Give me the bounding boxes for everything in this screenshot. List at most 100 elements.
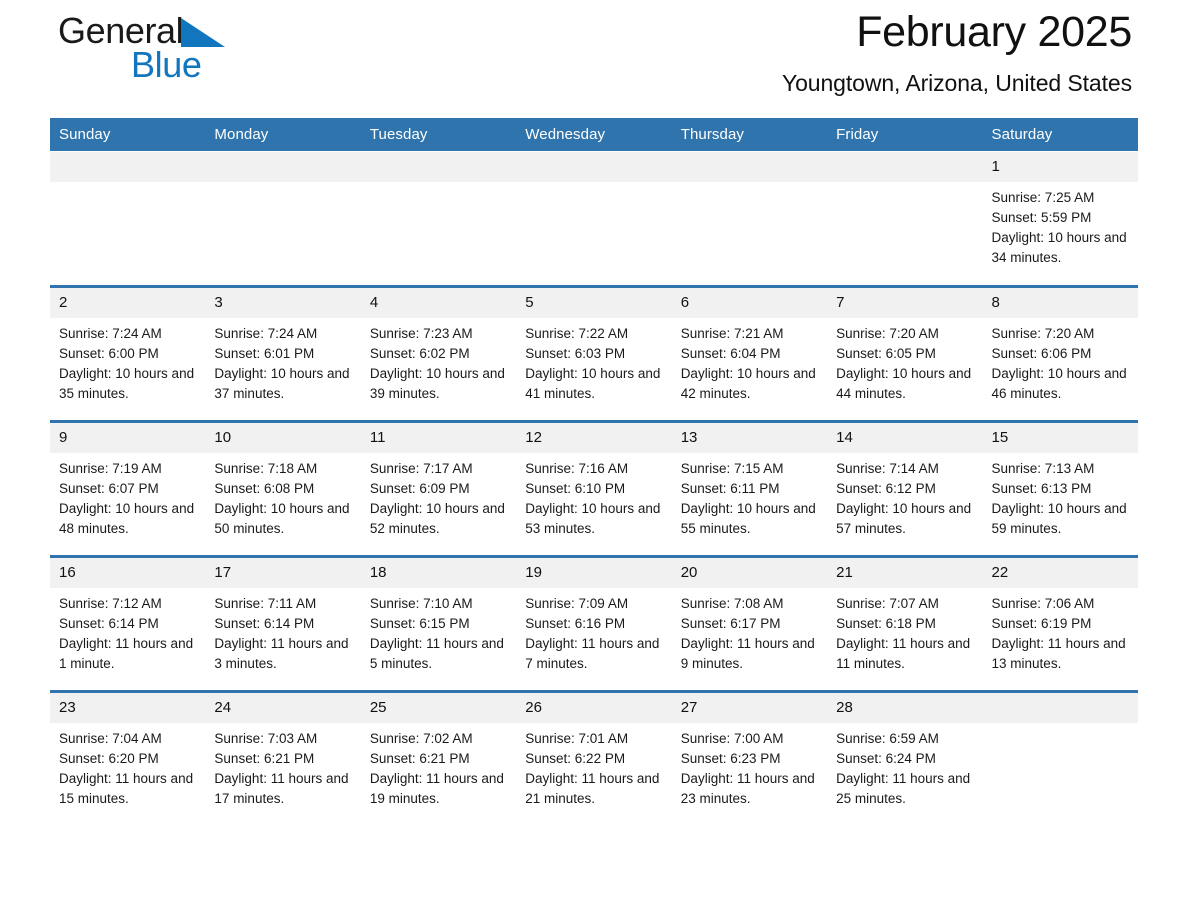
sunset-text: Sunset: 6:20 PM	[59, 751, 159, 766]
calendar-day-cell[interactable]: 12 Sunrise: 7:16 AM Sunset: 6:10 PM Dayligh…	[516, 420, 672, 557]
daylight-text: Daylight: 11 hours and 11 minutes.	[836, 636, 971, 671]
day-details: Sunrise: 6:59 AM Sunset: 6:24 PM Daylight:…	[827, 723, 982, 809]
calendar-day-cell[interactable]: 4 Sunrise: 7:23 AM Sunset: 6:02 PM Daylight…	[360, 285, 517, 422]
sunset-text: Sunset: 6:15 PM	[369, 616, 470, 631]
calendar-day-cell[interactable]: 27 Sunrise: 7:00 AM Sunset: 6:23 PM Dayligh…	[671, 690, 828, 827]
calendar-day-cell[interactable]: 6 Sunrise: 7:21 AM Sunset: 6:04 PM Daylight…	[671, 285, 828, 422]
calendar-day-cell[interactable]: 16 Sunrise: 7:12 AM Sunset: 6:14 PM Dayligh…	[50, 555, 206, 692]
sunset-text: Sunset: 6:22 PM	[525, 751, 626, 766]
calendar-body: 1 Sunrise: 7:25 AM Sunset: 5:59 PM Daylight…	[50, 151, 1138, 827]
calendar-day-cell-empty	[360, 151, 517, 287]
calendar-day-cell[interactable]: 14 Sunrise: 7:14 AM Sunset: 6:12 PM Dayligh…	[827, 420, 983, 557]
day-number: 7	[827, 288, 983, 318]
daylight-text: Daylight: 11 hours and 19 minutes.	[369, 771, 504, 806]
day-number: 4	[360, 288, 517, 318]
sunrise-text: Sunrise: 7:10 AM	[369, 596, 473, 611]
calendar-day-cell[interactable]: 20 Sunrise: 7:08 AM Sunset: 6:17 PM Dayligh…	[671, 555, 828, 692]
sunset-text: Sunset: 6:07 PM	[59, 481, 159, 496]
day-number: 17	[205, 558, 361, 588]
calendar-day-cell[interactable]: 9 Sunrise: 7:19 AM Sunset: 6:07 PM Daylight…	[50, 420, 206, 557]
calendar-day-cell[interactable]: 13 Sunrise: 7:15 AM Sunset: 6:11 PM Dayligh…	[671, 420, 828, 557]
sunrise-text: Sunrise: 7:24 AM	[59, 326, 162, 341]
logo-text-blue: Blue	[131, 44, 202, 85]
sunset-text: Sunset: 6:23 PM	[680, 751, 781, 766]
day-details: Sunrise: 7:22 AM Sunset: 6:03 PM Daylight:…	[516, 318, 671, 404]
sunrise-text: Sunrise: 7:03 AM	[214, 731, 318, 746]
day-details: Sunrise: 7:09 AM Sunset: 6:16 PM Daylight:…	[516, 588, 671, 674]
sunrise-text: Sunrise: 7:12 AM	[59, 596, 162, 611]
day-number: 2	[50, 288, 206, 318]
sunset-text: Sunset: 6:03 PM	[525, 346, 626, 361]
day-number: 18	[360, 558, 517, 588]
calendar-day-cell-empty	[516, 151, 672, 287]
daylight-text: Daylight: 10 hours and 34 minutes.	[991, 230, 1127, 265]
calendar-day-cell[interactable]: 15 Sunrise: 7:13 AM Sunset: 6:13 PM Dayligh…	[982, 420, 1138, 557]
day-number: 3	[205, 288, 361, 318]
sunset-text: Sunset: 6:21 PM	[369, 751, 470, 766]
calendar-day-cell[interactable]: 24 Sunrise: 7:03 AM Sunset: 6:21 PM Dayligh…	[205, 690, 361, 827]
calendar-day-cell[interactable]: 7 Sunrise: 7:20 AM Sunset: 6:05 PM Daylight…	[827, 285, 983, 422]
calendar-day-cell[interactable]: 2 Sunrise: 7:24 AM Sunset: 6:00 PM Daylight…	[50, 285, 206, 422]
sunset-text: Sunset: 6:00 PM	[59, 346, 159, 361]
sunset-text: Sunset: 6:14 PM	[214, 616, 315, 631]
day-details: Sunrise: 7:15 AM Sunset: 6:11 PM Daylight:…	[672, 453, 827, 539]
day-number	[360, 152, 517, 182]
sunrise-text: Sunrise: 7:16 AM	[525, 461, 629, 476]
day-details: Sunrise: 7:03 AM Sunset: 6:21 PM Daylight:…	[205, 723, 360, 809]
calendar-day-cell[interactable]: 3 Sunrise: 7:24 AM Sunset: 6:01 PM Daylight…	[205, 285, 361, 422]
calendar-day-cell-empty	[827, 151, 983, 287]
calendar-day-cell[interactable]: 28 Sunrise: 6:59 AM Sunset: 6:24 PM Dayligh…	[827, 690, 983, 827]
sunrise-text: Sunrise: 7:17 AM	[369, 461, 473, 476]
sunset-text: Sunset: 6:21 PM	[214, 751, 315, 766]
calendar-day-cell[interactable]: 5 Sunrise: 7:22 AM Sunset: 6:03 PM Daylight…	[516, 285, 672, 422]
calendar-day-cell-empty	[982, 690, 1138, 827]
calendar-day-cell[interactable]: 1 Sunrise: 7:25 AM Sunset: 5:59 PM Daylight…	[982, 151, 1138, 287]
sunrise-text: Sunrise: 7:02 AM	[369, 731, 473, 746]
day-number: 22	[982, 558, 1138, 588]
sunrise-text: Sunrise: 7:14 AM	[836, 461, 939, 476]
sunset-text: Sunset: 6:02 PM	[369, 346, 470, 361]
calendar-day-cell[interactable]: 18 Sunrise: 7:10 AM Sunset: 6:15 PM Dayligh…	[360, 555, 517, 692]
daylight-text: Daylight: 10 hours and 55 minutes.	[680, 501, 816, 536]
daylight-text: Daylight: 10 hours and 37 minutes.	[214, 366, 350, 401]
calendar-day-cell[interactable]: 19 Sunrise: 7:09 AM Sunset: 6:16 PM Dayligh…	[516, 555, 672, 692]
calendar-day-cell[interactable]: 26 Sunrise: 7:01 AM Sunset: 6:22 PM Dayligh…	[516, 690, 672, 827]
day-number	[50, 152, 206, 182]
daylight-text: Daylight: 11 hours and 23 minutes.	[680, 771, 815, 806]
daylight-text: Daylight: 11 hours and 21 minutes.	[525, 771, 660, 806]
calendar-day-cell[interactable]: 17 Sunrise: 7:11 AM Sunset: 6:14 PM Dayligh…	[205, 555, 361, 692]
sunrise-text: Sunrise: 7:00 AM	[680, 731, 784, 746]
daylight-text: Daylight: 10 hours and 57 minutes.	[836, 501, 972, 536]
day-number: 9	[50, 423, 206, 453]
day-number	[671, 152, 828, 182]
sunset-text: Sunset: 6:10 PM	[525, 481, 626, 496]
generalblue-logo[interactable]: General Blue	[58, 12, 398, 104]
sunset-text: Sunset: 6:16 PM	[525, 616, 626, 631]
sunset-text: Sunset: 5:59 PM	[991, 210, 1092, 225]
calendar-day-cell[interactable]: 8 Sunrise: 7:20 AM Sunset: 6:06 PM Daylight…	[982, 285, 1138, 422]
sunset-text: Sunset: 6:01 PM	[214, 346, 315, 361]
calendar-day-cell-empty	[205, 151, 361, 287]
logo-general-label: General	[58, 10, 184, 51]
day-details: Sunrise: 7:10 AM Sunset: 6:15 PM Daylight:…	[361, 588, 516, 674]
page-subtitle-location: Youngtown, Arizona, United States	[781, 70, 1132, 96]
sunrise-text: Sunrise: 7:18 AM	[214, 461, 318, 476]
calendar-day-cell[interactable]: 10 Sunrise: 7:18 AM Sunset: 6:08 PM Dayligh…	[205, 420, 361, 557]
weekday-header-wednesday: Wednesday	[516, 118, 672, 152]
daylight-text: Daylight: 11 hours and 5 minutes.	[369, 636, 504, 671]
weekday-header-monday: Monday	[205, 118, 361, 152]
daylight-text: Daylight: 11 hours and 7 minutes.	[525, 636, 660, 671]
sunset-text: Sunset: 6:05 PM	[836, 346, 936, 361]
calendar-day-cell[interactable]: 22 Sunrise: 7:06 AM Sunset: 6:19 PM Dayligh…	[982, 555, 1138, 692]
day-details: Sunrise: 7:20 AM Sunset: 6:06 PM Daylight:…	[983, 318, 1138, 404]
calendar-day-cell[interactable]: 21 Sunrise: 7:07 AM Sunset: 6:18 PM Dayligh…	[827, 555, 983, 692]
day-details: Sunrise: 7:25 AM Sunset: 5:59 PM Daylight:…	[983, 182, 1138, 268]
daylight-text: Daylight: 11 hours and 25 minutes.	[836, 771, 971, 806]
day-number: 6	[671, 288, 828, 318]
sunset-text: Sunset: 6:13 PM	[991, 481, 1092, 496]
day-details: Sunrise: 7:21 AM Sunset: 6:04 PM Daylight:…	[672, 318, 827, 404]
calendar-day-cell[interactable]: 25 Sunrise: 7:02 AM Sunset: 6:21 PM Dayligh…	[360, 690, 517, 827]
daylight-text: Daylight: 11 hours and 1 minute.	[59, 636, 194, 671]
calendar-day-cell[interactable]: 11 Sunrise: 7:17 AM Sunset: 6:09 PM Dayligh…	[360, 420, 517, 557]
calendar-day-cell[interactable]: 23 Sunrise: 7:04 AM Sunset: 6:20 PM Dayligh…	[50, 690, 206, 827]
